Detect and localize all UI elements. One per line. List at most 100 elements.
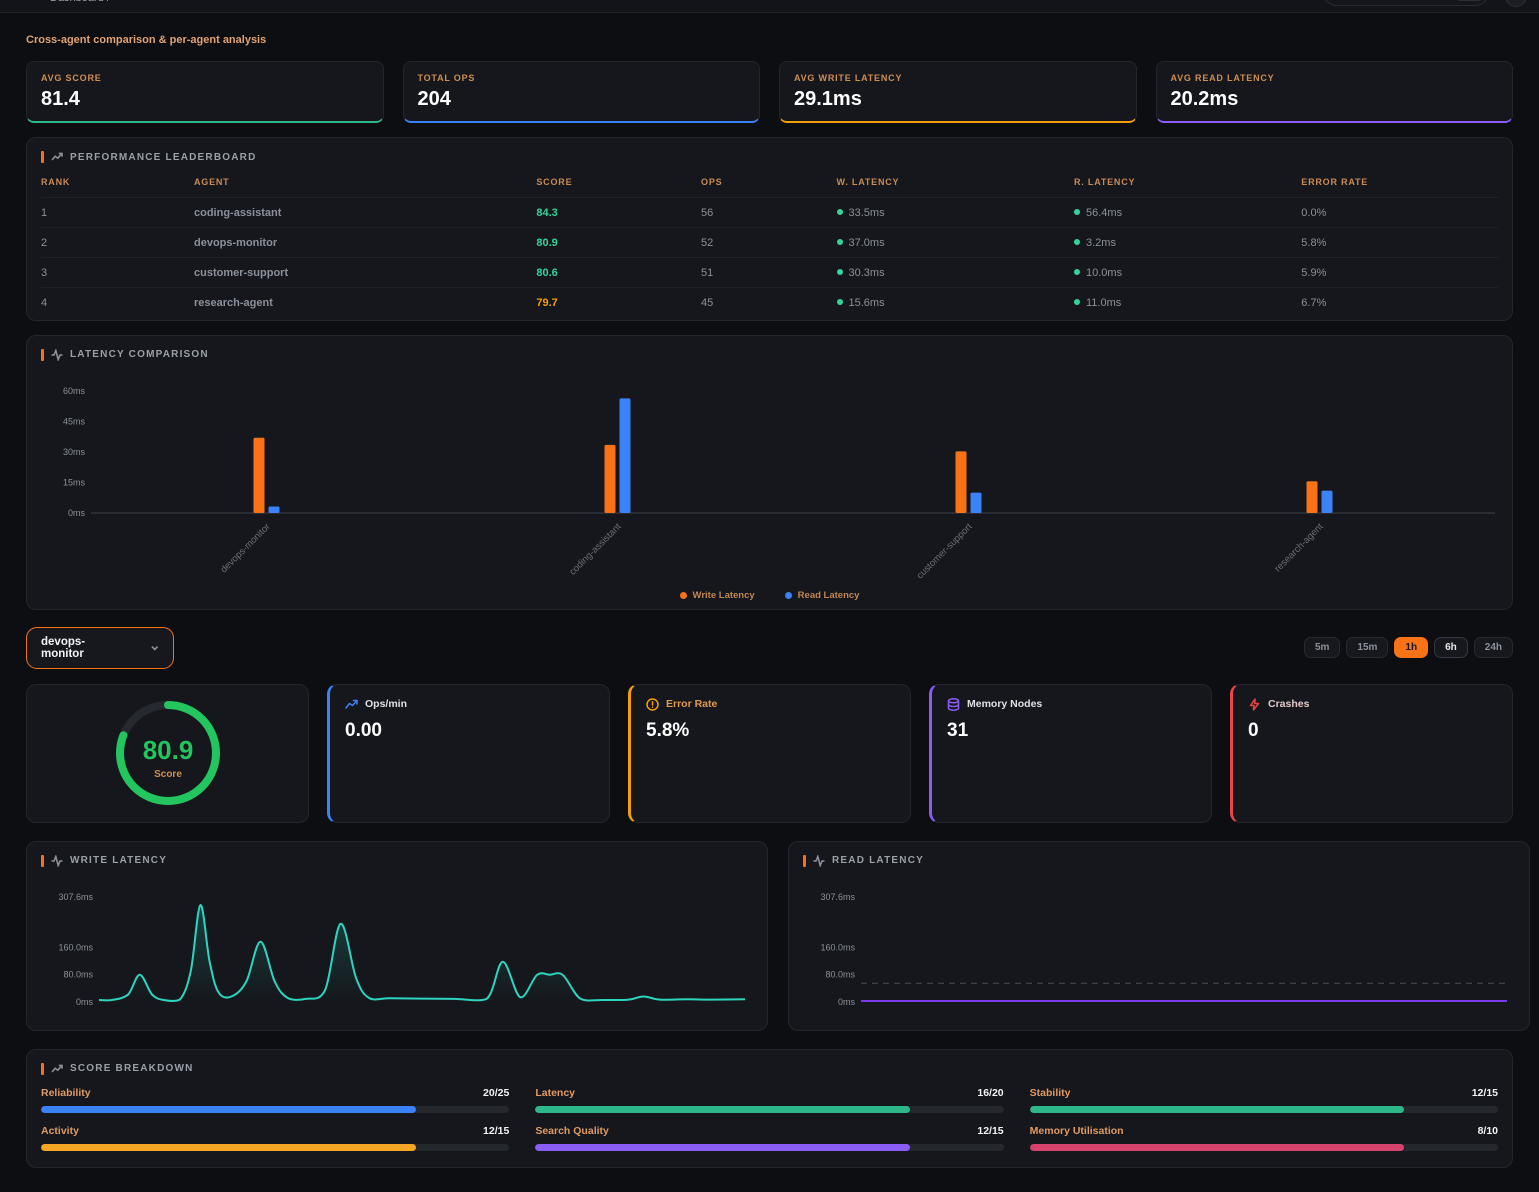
stat-card-value: 81.4 bbox=[41, 88, 369, 111]
trend-up-icon bbox=[345, 698, 358, 711]
time-range-button-24h[interactable]: 24h bbox=[1474, 637, 1513, 658]
avatar[interactable] bbox=[1505, 0, 1527, 7]
latency-dot-icon bbox=[1074, 239, 1080, 245]
svg-text:160.0ms: 160.0ms bbox=[820, 942, 855, 952]
breakdown-item-label: Stability bbox=[1030, 1087, 1071, 1099]
column-header: ERROR RATE bbox=[1301, 163, 1498, 198]
breakdown-item-search-quality: Search Quality12/15 bbox=[535, 1125, 1003, 1151]
score-breakdown-grid: Reliability20/25Latency16/20Stability12/… bbox=[41, 1087, 1498, 1151]
chart-legend: Write Latency Read Latency bbox=[41, 590, 1498, 601]
latency-comparison-card: LATENCY COMPARISON 0ms15ms30ms45ms60msde… bbox=[26, 335, 1513, 610]
table-row[interactable]: 1coding-assistant84.35633.5ms56.4ms0.0% bbox=[41, 198, 1498, 228]
cell-score: 84.3 bbox=[536, 198, 701, 228]
breakdown-progress-track bbox=[1030, 1106, 1498, 1113]
breakdown-item-label: Search Quality bbox=[535, 1125, 609, 1137]
metric-card-head: Ops/min bbox=[345, 698, 594, 711]
metric-card-crashes: Crashes0 bbox=[1230, 684, 1513, 823]
cell-rl: 11.0ms bbox=[1074, 288, 1301, 318]
column-header: OPS bbox=[701, 163, 837, 198]
metric-card-value: 31 bbox=[947, 720, 1196, 742]
cell-ops: 52 bbox=[701, 228, 837, 258]
cell-rank: 4 bbox=[41, 288, 194, 318]
metric-card-value: 5.8% bbox=[646, 720, 895, 742]
breakdown-progress-track bbox=[41, 1106, 509, 1113]
trend-up-icon bbox=[51, 151, 63, 163]
cell-ops: 45 bbox=[701, 288, 837, 318]
write-latency-chart: 307.6ms160.0ms80.0ms0ms bbox=[41, 867, 753, 1017]
cell-agent: devops-monitor bbox=[194, 228, 536, 258]
column-header: AGENT bbox=[194, 163, 536, 198]
breakdown-progress-fill bbox=[1030, 1144, 1405, 1151]
breadcrumb: Dashboard / bbox=[50, 0, 110, 4]
breakdown-item-row: Stability12/15 bbox=[1030, 1087, 1498, 1099]
cell-wl: 33.5ms bbox=[837, 198, 1074, 228]
score-gauge: 80.9 Score bbox=[110, 695, 226, 811]
metric-card-error-rate: Error Rate5.8% bbox=[628, 684, 911, 823]
zap-icon bbox=[1248, 698, 1261, 711]
accent-bar bbox=[41, 1063, 44, 1075]
time-range-button-1h[interactable]: 1h bbox=[1394, 637, 1428, 658]
metric-card-head: Memory Nodes bbox=[947, 698, 1196, 711]
svg-text:coding-assistant: coding-assistant bbox=[567, 521, 624, 578]
time-range-button-15m[interactable]: 15m bbox=[1346, 637, 1388, 658]
table-row[interactable]: 2devops-monitor80.95237.0ms3.2ms5.8% bbox=[41, 228, 1498, 258]
svg-text:80.0ms: 80.0ms bbox=[63, 969, 93, 979]
breakdown-item-row: Memory Utilisation 8/10 bbox=[1030, 1125, 1498, 1137]
cell-rank: 1 bbox=[41, 198, 194, 228]
cell-agent: research-agent bbox=[194, 288, 536, 318]
svg-text:0ms: 0ms bbox=[68, 508, 86, 518]
cell-er: 6.7% bbox=[1301, 288, 1498, 318]
column-header: RANK bbox=[41, 163, 194, 198]
cell-agent: customer-support bbox=[194, 258, 536, 288]
stat-card: AVG READ LATENCY20.2ms bbox=[1156, 61, 1514, 123]
legend-label: Write Latency bbox=[693, 590, 755, 601]
score-gauge-card: 80.9 Score bbox=[26, 684, 309, 823]
accent-bar bbox=[803, 855, 806, 867]
breakdown-item-activity: Activity12/15 bbox=[41, 1125, 509, 1151]
score-breakdown-title: SCORE BREAKDOWN bbox=[70, 1063, 194, 1074]
stat-cards-row: AVG SCORE81.4TOTAL OPS204AVG WRITE LATEN… bbox=[26, 61, 1513, 123]
accent-bar bbox=[41, 151, 44, 163]
read-latency-chart: 307.6ms160.0ms80.0ms0ms bbox=[803, 867, 1515, 1017]
metric-cards-row: 80.9 Score Ops/min0.00Error Rate5.8%Memo… bbox=[26, 684, 1513, 823]
time-range-button-6h[interactable]: 6h bbox=[1434, 637, 1468, 658]
metric-card-value: 0 bbox=[1248, 720, 1497, 742]
latency-comparison-title: LATENCY COMPARISON bbox=[70, 349, 209, 360]
breakdown-item-value: 8/10 bbox=[1478, 1125, 1498, 1137]
breakdown-progress-fill bbox=[535, 1106, 910, 1113]
breakdown-progress-track bbox=[1030, 1144, 1498, 1151]
cell-score: 80.6 bbox=[536, 258, 701, 288]
svg-text:0ms: 0ms bbox=[76, 997, 94, 1007]
column-header: R. LATENCY bbox=[1074, 163, 1301, 198]
svg-text:60ms: 60ms bbox=[63, 386, 86, 396]
breakdown-item-value: 20/25 bbox=[483, 1087, 509, 1099]
table-row[interactable]: 4research-agent79.74515.6ms11.0ms6.7% bbox=[41, 288, 1498, 318]
stat-card-label: AVG WRITE LATENCY bbox=[794, 73, 1122, 83]
latency-comparison-bar-chart: 0ms15ms30ms45ms60msdevops-monitorcoding-… bbox=[41, 361, 1500, 583]
svg-text:30ms: 30ms bbox=[63, 447, 86, 457]
breakdown-progress-track bbox=[535, 1144, 1003, 1151]
legend-label: Read Latency bbox=[798, 590, 860, 601]
svg-text:45ms: 45ms bbox=[63, 416, 86, 426]
cell-agent: coding-assistant bbox=[194, 198, 536, 228]
topbar: Dashboard / bbox=[0, 0, 1539, 13]
time-range-button-5m[interactable]: 5m bbox=[1304, 637, 1340, 658]
read-latency-title: READ LATENCY bbox=[832, 855, 924, 866]
breakdown-item-label: Activity bbox=[41, 1125, 79, 1137]
leaderboard-title: PERFORMANCE LEADERBOARD bbox=[70, 152, 257, 163]
search-input[interactable] bbox=[1323, 0, 1489, 6]
stat-card-value: 29.1ms bbox=[794, 88, 1122, 111]
table-row[interactable]: 3customer-support80.65130.3ms10.0ms5.9% bbox=[41, 258, 1498, 288]
page-title: Cross-agent comparison & per-agent analy… bbox=[26, 34, 1513, 46]
cell-ops: 51 bbox=[701, 258, 837, 288]
leaderboard-header-row: RANKAGENTSCOREOPSW. LATENCYR. LATENCYERR… bbox=[41, 163, 1498, 198]
cell-rl: 56.4ms bbox=[1074, 198, 1301, 228]
cell-er: 5.8% bbox=[1301, 228, 1498, 258]
breakdown-item-label: Memory Utilisation bbox=[1030, 1125, 1124, 1137]
latency-dot-icon bbox=[837, 239, 843, 245]
agent-select[interactable]: devops-monitor bbox=[26, 627, 174, 669]
breakdown-progress-fill bbox=[535, 1144, 910, 1151]
accent-bar bbox=[41, 855, 44, 867]
gauge-value: 80.9 bbox=[142, 735, 193, 765]
column-header: SCORE bbox=[536, 163, 701, 198]
